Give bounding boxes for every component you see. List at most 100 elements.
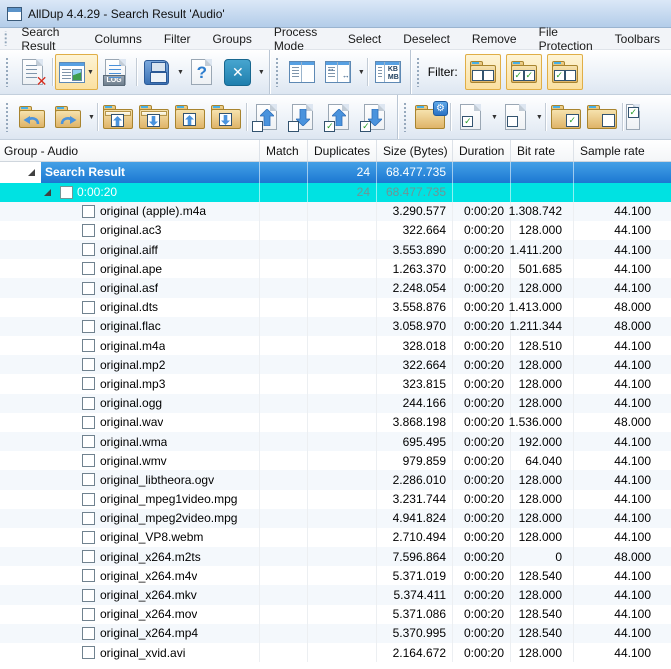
toolbar-grip[interactable]	[416, 57, 421, 87]
folder-options-button[interactable]: ⚙	[412, 99, 448, 135]
move-file-up-button[interactable]	[249, 99, 285, 135]
kb-mb-units-button[interactable]: KBMB	[370, 54, 406, 90]
expand-triangle-icon[interactable]	[28, 169, 35, 176]
row-checkbox[interactable]	[82, 493, 95, 506]
chevron-down-icon[interactable]: ▼	[87, 69, 94, 76]
filter-partial-checked-button[interactable]: ✓	[547, 54, 583, 90]
row-checkbox[interactable]	[82, 589, 95, 602]
row-checkbox[interactable]	[82, 416, 95, 429]
header-bitrate[interactable]: Bit rate	[511, 140, 574, 161]
log-viewer-button[interactable]: LOG	[98, 54, 134, 90]
table-row[interactable]: original_mpeg2video.mpg 4.941.824 0:00:2…	[0, 509, 671, 528]
header-duplicates[interactable]: Duplicates	[308, 140, 377, 161]
row-checkbox[interactable]	[82, 397, 95, 410]
header-samplerate[interactable]: Sample rate	[574, 140, 671, 161]
menubar-grip[interactable]	[4, 31, 7, 46]
table-row[interactable]: original.m4a 328.018 0:00:20 128.510 44.…	[0, 336, 671, 355]
help-button[interactable]: ?	[184, 54, 220, 90]
subgroup-row-duration[interactable]: 0:00:20 24 68.477.735	[0, 183, 671, 202]
table-row[interactable]: original_x264.m2ts 7.596.864 0:00:20 0 4…	[0, 547, 671, 566]
table-row[interactable]: original.flac 3.058.970 0:00:20 1.211.34…	[0, 317, 671, 336]
row-checkbox[interactable]	[82, 454, 95, 467]
move-file-down-button[interactable]	[285, 99, 321, 135]
row-checkbox[interactable]	[82, 282, 95, 295]
table-row[interactable]: original_x264.mp4 5.370.995 0:00:20 128.…	[0, 624, 671, 643]
expand-triangle-icon[interactable]	[44, 189, 51, 196]
row-checkbox[interactable]	[82, 339, 95, 352]
redo-button[interactable]	[50, 99, 86, 135]
chevron-down-icon[interactable]: ▼	[536, 114, 543, 121]
table-row[interactable]: original_x264.mkv 5.374.411 0:00:20 128.…	[0, 585, 671, 604]
filter-all-checked-button[interactable]: ✓ ✓	[506, 54, 542, 90]
row-checkbox[interactable]	[82, 512, 95, 525]
menu-groups[interactable]: Groups	[202, 28, 263, 49]
toolbar-grip[interactable]	[275, 57, 280, 87]
header-size[interactable]: Size (Bytes)	[377, 140, 453, 161]
row-checkbox[interactable]	[82, 627, 95, 640]
toolbar-grip[interactable]	[5, 102, 10, 132]
chevron-down-icon[interactable]: ▼	[358, 69, 365, 76]
save-result-button[interactable]	[139, 54, 175, 90]
subgroup-checkbox[interactable]	[60, 186, 73, 199]
close-search-result-button[interactable]: ✕	[14, 54, 50, 90]
row-checkbox[interactable]	[82, 358, 95, 371]
row-checkbox[interactable]	[82, 243, 95, 256]
chevron-down-icon[interactable]: ▼	[177, 69, 184, 76]
table-row[interactable]: original_xvid.avi 2.164.672 0:00:20 128.…	[0, 643, 671, 662]
row-checkbox[interactable]	[82, 473, 95, 486]
row-checkbox[interactable]	[82, 608, 95, 621]
row-checkbox[interactable]	[82, 205, 95, 218]
move-checked-up-button[interactable]: ✓	[321, 99, 357, 135]
chevron-down-icon[interactable]: ▼	[258, 69, 265, 76]
move-checked-down-button[interactable]: ✓	[357, 99, 393, 135]
header-match[interactable]: Match	[260, 140, 308, 161]
open-source-folder-down-button[interactable]	[136, 99, 172, 135]
table-row[interactable]: original.aiff 3.553.890 0:00:20 1.411.20…	[0, 240, 671, 259]
menu-process-mode[interactable]: Process Mode	[263, 28, 337, 49]
undo-button[interactable]	[14, 99, 50, 135]
header-group[interactable]: Group - Audio	[0, 140, 260, 161]
menu-remove[interactable]: Remove	[461, 28, 528, 49]
menu-columns[interactable]: Columns	[83, 28, 152, 49]
table-row[interactable]: original.mp2 322.664 0:00:20 128.000 44.…	[0, 355, 671, 374]
row-checkbox[interactable]	[82, 377, 95, 390]
table-row[interactable]: original (apple).m4a 3.290.577 0:00:20 1…	[0, 202, 671, 221]
close-window-button[interactable]: ✕	[220, 54, 256, 90]
menu-select[interactable]: Select	[337, 28, 392, 49]
menu-deselect[interactable]: Deselect	[392, 28, 461, 49]
toolbar-grip[interactable]	[5, 57, 10, 87]
table-row[interactable]: original.mp3 323.815 0:00:20 128.000 44.…	[0, 374, 671, 393]
table-row[interactable]: original_VP8.webm 2.710.494 0:00:20 128.…	[0, 528, 671, 547]
source-folder-down-button[interactable]	[208, 99, 244, 135]
table-row[interactable]: original_x264.mov 5.371.086 0:00:20 128.…	[0, 605, 671, 624]
table-row[interactable]: original.wmv 979.859 0:00:20 64.040 44.1…	[0, 451, 671, 470]
table-row[interactable]: original_x264.m4v 5.371.019 0:00:20 128.…	[0, 566, 671, 585]
table-row[interactable]: original.ape 1.263.370 0:00:20 501.685 4…	[0, 259, 671, 278]
menu-filter[interactable]: Filter	[153, 28, 202, 49]
select-file-button[interactable]: ✓	[453, 99, 489, 135]
table-row[interactable]: original_libtheora.ogv 2.286.010 0:00:20…	[0, 470, 671, 489]
menu-file-protection[interactable]: File Protection	[528, 28, 604, 49]
deselect-folder-button[interactable]	[584, 99, 620, 135]
header-duration[interactable]: Duration	[453, 140, 511, 161]
table-row[interactable]: original.asf 2.248.054 0:00:20 128.000 4…	[0, 278, 671, 297]
row-checkbox[interactable]	[82, 569, 95, 582]
table-row[interactable]: original.dts 3.558.876 0:00:20 1.413.000…	[0, 298, 671, 317]
column-visibility-button[interactable]	[284, 54, 320, 90]
row-checkbox[interactable]	[82, 320, 95, 333]
menu-toolbars[interactable]: Toolbars	[604, 28, 671, 49]
table-row[interactable]: original.ac3 322.664 0:00:20 128.000 44.…	[0, 221, 671, 240]
table-row[interactable]: original.wav 3.868.198 0:00:20 1.536.000…	[0, 413, 671, 432]
chevron-down-icon[interactable]: ▼	[491, 114, 498, 121]
open-source-folder-up-button[interactable]	[100, 99, 136, 135]
group-row-search-result[interactable]: Search Result 24 68.477.735	[0, 162, 671, 183]
select-group-button[interactable]: ✓	[625, 99, 641, 135]
menu-search-result[interactable]: Search Result	[10, 28, 83, 49]
row-checkbox[interactable]	[82, 435, 95, 448]
source-folder-up-button[interactable]	[172, 99, 208, 135]
toolbar-grip[interactable]	[403, 102, 408, 132]
select-folder-button[interactable]: ✓	[548, 99, 584, 135]
row-checkbox[interactable]	[82, 301, 95, 314]
table-row[interactable]: original_mpeg1video.mpg 3.231.744 0:00:2…	[0, 490, 671, 509]
column-width-button[interactable]: ↔ ↔	[320, 54, 356, 90]
